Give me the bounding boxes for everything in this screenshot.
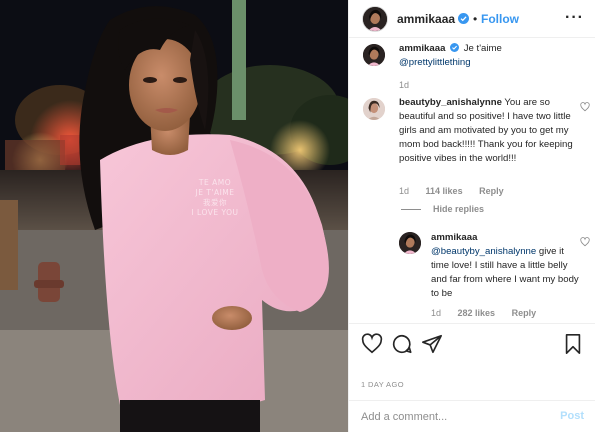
post-side-panel: ammikaaa • Follow ··· ammikaaa Je t'aime…: [348, 0, 595, 432]
more-horizontal-icon[interactable]: ···: [565, 9, 584, 27]
comment-icon[interactable]: [391, 333, 413, 355]
commenter-avatar[interactable]: [399, 232, 421, 254]
comment-time[interactable]: 1d: [431, 308, 441, 318]
post-photo[interactable]: TE AMO JE T'AIME 我爱你 I LOVE YOU: [0, 0, 348, 432]
comment-item: beautyby_anishalynne You are so beautifu…: [349, 94, 595, 216]
comment-meta: 1d 282 likes Reply: [431, 308, 550, 318]
post-timestamp[interactable]: 1 DAY AGO: [361, 380, 404, 389]
comment-text: beautyby_anishalynne You are so beautifu…: [399, 96, 584, 166]
shirt-print-line: I LOVE YOU: [191, 208, 239, 217]
add-comment-input[interactable]: [361, 409, 541, 425]
verified-badge-icon: [458, 13, 469, 24]
reply-button[interactable]: Reply: [512, 308, 537, 318]
comment-likes[interactable]: 282 likes: [458, 308, 496, 318]
comment-meta: 1d: [399, 80, 423, 90]
author-avatar[interactable]: [363, 7, 387, 31]
comment-username[interactable]: beautyby_anishalynne: [399, 97, 502, 108]
comment-meta: 1d 114 likes Reply: [399, 186, 518, 196]
verified-badge-icon: [450, 43, 460, 52]
shirt-print-line: TE AMO: [198, 178, 232, 187]
hide-replies-button[interactable]: Hide replies: [401, 204, 484, 214]
comment-mention[interactable]: @beautyby_anishalynne: [431, 246, 536, 257]
comment-item: ammikaaa Je t'aime @prettylittlething 1d: [349, 38, 595, 92]
separator-dot: •: [473, 12, 478, 26]
divider-line: [401, 209, 421, 211]
bookmark-icon[interactable]: [562, 333, 584, 355]
like-comment-heart-icon[interactable]: [580, 237, 590, 247]
reply-button[interactable]: Reply: [479, 186, 504, 196]
comment-time[interactable]: 1d: [399, 186, 409, 196]
reply-item: ammikaaa @beautyby_anishalynne give it t…: [349, 228, 595, 323]
post-action-bar: [349, 323, 595, 363]
hide-replies-label: Hide replies: [433, 204, 485, 214]
shirt-print-line: 我爱你: [203, 198, 227, 207]
comment-time[interactable]: 1d: [399, 80, 409, 90]
shirt-print-line: JE T'AIME: [195, 188, 235, 197]
like-comment-heart-icon[interactable]: [580, 102, 590, 112]
post-header: ammikaaa • Follow ···: [349, 0, 595, 38]
comment-mention[interactable]: @prettylittlething: [399, 57, 471, 68]
comment-text: ammikaaa @beautyby_anishalynne give it t…: [431, 231, 581, 301]
post-image: [0, 0, 348, 432]
author-username[interactable]: ammikaaa: [397, 12, 455, 26]
comment-username[interactable]: ammikaaa: [399, 43, 445, 54]
commenter-avatar[interactable]: [363, 98, 385, 120]
share-icon[interactable]: [421, 333, 443, 355]
post-comment-button[interactable]: Post: [560, 410, 584, 422]
comment-username[interactable]: ammikaaa: [431, 232, 477, 243]
comment-likes[interactable]: 114 likes: [426, 186, 463, 196]
comment-text: ammikaaa Je t'aime @prettylittlething: [399, 42, 584, 70]
follow-button[interactable]: Follow: [481, 12, 519, 26]
heart-icon[interactable]: [361, 333, 383, 355]
add-comment-bar: Post: [349, 400, 595, 432]
comment-body: Je t'aime: [463, 43, 502, 54]
comments-list[interactable]: ammikaaa Je t'aime @prettylittlething 1d…: [349, 38, 595, 323]
commenter-avatar[interactable]: [363, 44, 385, 66]
shirt-print: TE AMO JE T'AIME 我爱你 I LOVE YOU: [185, 178, 245, 218]
